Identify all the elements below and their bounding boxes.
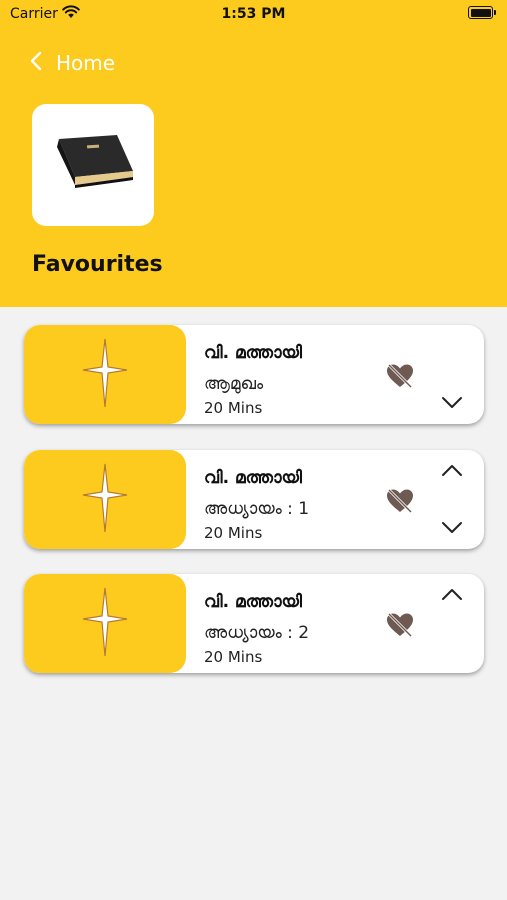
card-title: വി. മത്തായി: [204, 343, 302, 363]
card-thumbnail: [24, 325, 186, 424]
card-title: വി. മത്തായി: [204, 592, 302, 612]
back-button[interactable]: Home: [30, 48, 115, 78]
card-thumbnail: [24, 574, 186, 673]
card-title: വി. മത്തായി: [204, 468, 302, 488]
card-thumbnail: [24, 450, 186, 549]
chevron-up-icon[interactable]: [440, 586, 464, 604]
bible-book-icon: [47, 131, 139, 199]
heart-slash-icon[interactable]: [386, 363, 414, 389]
card-chapter: അധ്യായം : 2: [204, 623, 310, 643]
page-title: Favourites: [32, 252, 163, 277]
heart-slash-icon[interactable]: [386, 612, 414, 638]
heart-slash-icon[interactable]: [386, 488, 414, 514]
favourite-card[interactable]: വി. മത്തായി അധ്യായം : 1 20 Mins: [24, 450, 484, 549]
card-chapter: അധ്യായം : 1: [204, 499, 310, 519]
cross-icon: [81, 586, 129, 662]
cross-icon: [81, 462, 129, 538]
status-bar: Carrier 1:53 PM: [0, 0, 507, 28]
battery-icon: [468, 6, 496, 19]
chevron-down-icon[interactable]: [440, 518, 464, 536]
card-duration: 20 Mins: [204, 524, 263, 542]
favourite-card[interactable]: വി. മത്തായി അധ്യായം : 2 20 Mins: [24, 574, 484, 673]
chevron-left-icon: [30, 51, 42, 75]
card-duration: 20 Mins: [204, 648, 263, 666]
cross-icon: [81, 337, 129, 413]
header: Carrier 1:53 PM Home Favourites: [0, 0, 507, 307]
back-label: Home: [56, 51, 116, 75]
chevron-down-icon[interactable]: [440, 393, 464, 411]
clock: 1:53 PM: [221, 6, 286, 22]
book-thumbnail: [32, 104, 154, 226]
favourite-card[interactable]: വി. മത്തായി ആമുഖം 20 Mins: [24, 325, 484, 424]
chevron-up-icon[interactable]: [440, 462, 464, 480]
card-chapter: ആമുഖം: [204, 374, 264, 394]
card-duration: 20 Mins: [204, 399, 263, 417]
